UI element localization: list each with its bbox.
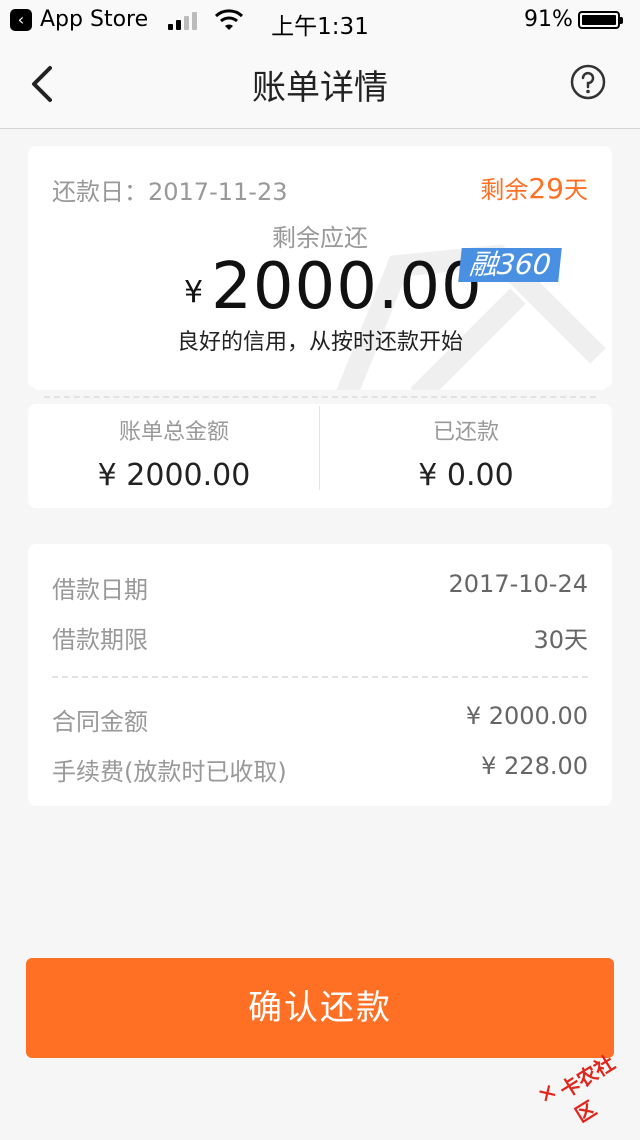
detail-divider	[52, 676, 588, 678]
battery-icon	[578, 11, 623, 29]
stamp-text: 卡农社区	[555, 1050, 620, 1128]
help-icon[interactable]	[570, 64, 606, 100]
detail-label: 合同金额	[52, 708, 148, 736]
nav-bar: 账单详情	[0, 40, 640, 129]
loan-details-card: 借款日期 2017-10-24 借款期限 30天 合同金额 ¥ 2000.00 …	[28, 544, 612, 806]
remaining-days: 剩余29天	[480, 172, 588, 205]
detail-value: 30天	[533, 626, 588, 654]
bill-summary-card: 还款日：2017-11-23 剩余29天 剩余应还 ¥2000.00 融360 …	[28, 146, 612, 390]
bill-totals: 账单总金额 ¥ 2000.00 已还款 ¥ 0.00	[28, 404, 612, 508]
detail-row: 借款期限 30天	[52, 620, 588, 656]
detail-row: 借款日期 2017-10-24	[52, 570, 588, 606]
detail-value: ¥ 228.00	[481, 752, 588, 780]
detail-value: 2017-10-24	[448, 570, 588, 598]
detail-label: 借款日期	[52, 576, 148, 604]
brand-badge: 融360	[458, 248, 562, 282]
detail-value: ¥ 2000.00	[465, 702, 588, 730]
detail-label: 手续费(放款时已收取)	[52, 758, 287, 786]
paid-value: ¥ 0.00	[418, 458, 514, 493]
credit-slogan: 良好的信用，从按时还款开始	[176, 330, 463, 355]
bill-total-label: 账单总金额	[118, 420, 229, 445]
detail-row: 合同金额 ¥ 2000.00	[52, 702, 588, 738]
bill-total-column: 账单总金额 ¥ 2000.00	[28, 404, 320, 508]
remaining-amount: ¥2000.00	[184, 250, 483, 324]
paid-column: 已还款 ¥ 0.00	[320, 404, 612, 508]
status-bar: ‹ App Store 上午1:31 91%	[0, 0, 640, 40]
detail-label: 借款期限	[52, 626, 148, 654]
bill-total-value: ¥ 2000.00	[97, 458, 251, 493]
page-title: 账单详情	[252, 68, 388, 108]
battery-percent: 91%	[524, 7, 573, 32]
due-date: 还款日：2017-11-23	[52, 178, 288, 206]
detail-row: 手续费(放款时已收取) ¥ 228.00	[52, 752, 588, 788]
paid-label: 已还款	[432, 420, 499, 445]
card-divider	[44, 396, 596, 398]
confirm-repay-button[interactable]: 确认还款	[26, 958, 614, 1058]
